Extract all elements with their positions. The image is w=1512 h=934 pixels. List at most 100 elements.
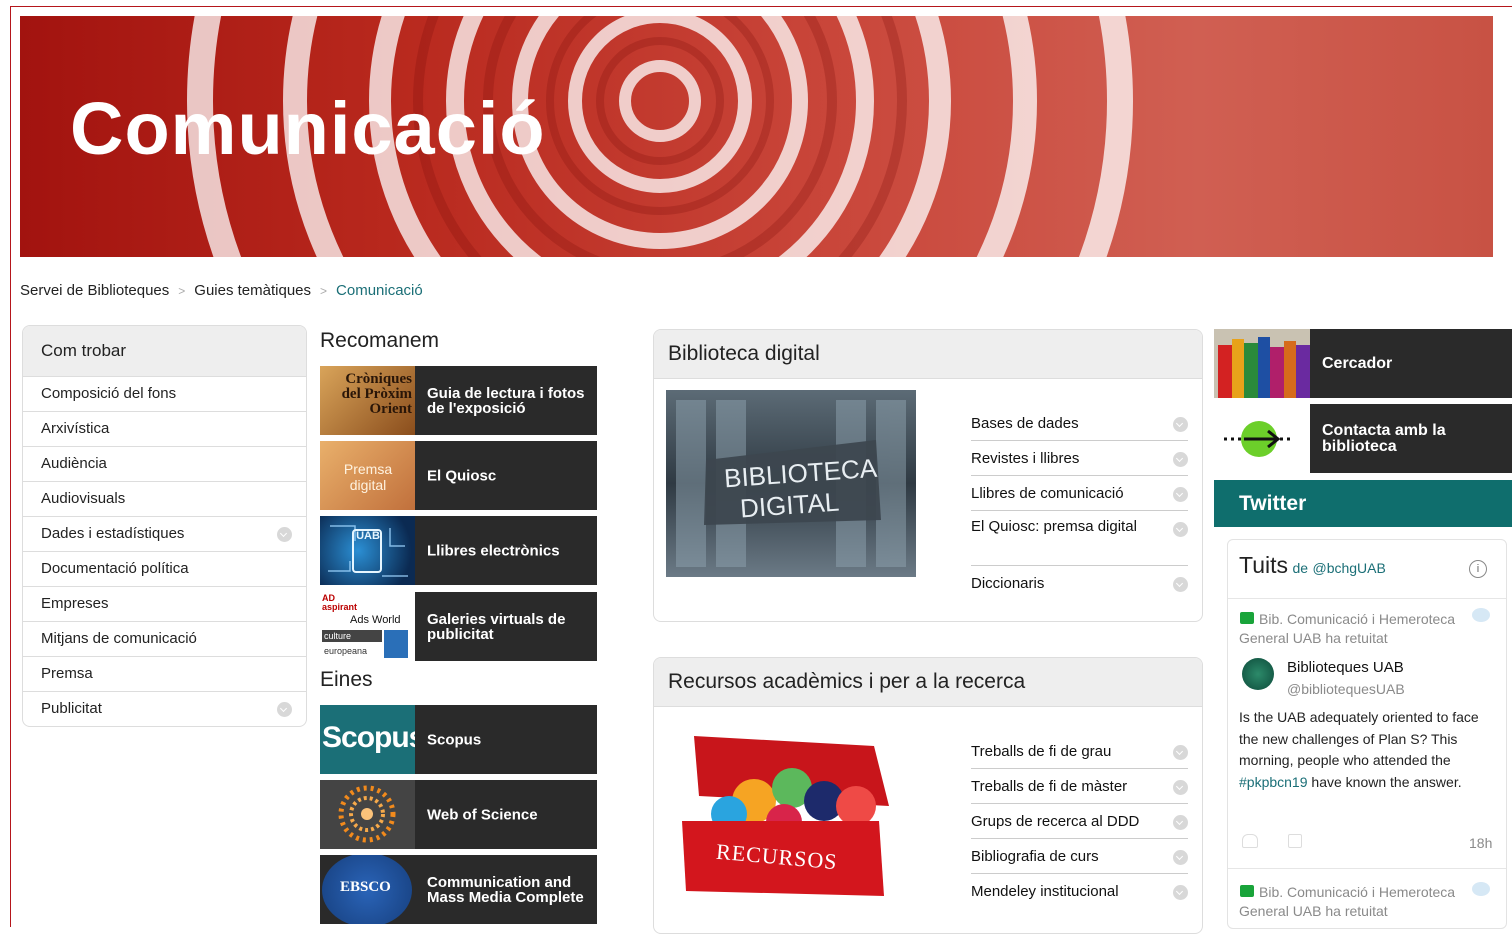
sidebar-item-premsa[interactable]: Premsa [23, 656, 306, 691]
sidebar-item-label: Composició del fons [41, 385, 177, 402]
sidebar-item-audiovisuals[interactable]: Audiovisuals [23, 481, 306, 516]
biblioteca-digital-image: BIBLIOTECA DIGITAL [666, 390, 916, 577]
tile-label: Scopus [427, 731, 482, 748]
premsa-thumb-text: Premsa digital [343, 461, 393, 493]
ebsco-logo: EBSCO [320, 855, 415, 924]
chevron-right-icon [1173, 522, 1188, 537]
sidebar-item-dades[interactable]: Dades i estadístiques [23, 516, 306, 551]
sidebar-item-label: Publicitat [41, 700, 102, 717]
sidebar-item-label: Mitjans de comunicació [41, 630, 197, 647]
tweet-text-end: have known the answer. [1307, 773, 1462, 790]
tile-scopus[interactable]: Scopus Scopus [320, 705, 597, 774]
tile-el-quiosc[interactable]: Premsa digital El Quiosc [320, 441, 597, 510]
sidebar-item-label: Premsa [41, 665, 93, 682]
twitter-bird-icon [1472, 882, 1490, 896]
retweet-note: Bib. Comunicació i Hemeroteca General UA… [1239, 884, 1456, 919]
tile-contacta[interactable]: Contacta amb la biblioteca [1214, 404, 1512, 473]
sidebar-item-label: Empreses [41, 595, 109, 612]
sidebar-item-audiencia[interactable]: Audiència [23, 446, 306, 481]
books-thumbnail [1214, 329, 1310, 398]
link-label: Diccionaris [971, 575, 1045, 592]
chevron-right-icon [1173, 487, 1188, 502]
link-diccionaris[interactable]: Diccionaris [971, 568, 1188, 600]
sidebar-item-arxivistica[interactable]: Arxivística [23, 411, 306, 446]
contact-arrow-icon [1224, 421, 1294, 457]
eines-heading: Eines [320, 668, 373, 691]
link-bibliografia-curs[interactable]: Bibliografia de curs [971, 841, 1188, 874]
chevron-down-icon[interactable] [277, 702, 292, 717]
retweet-note: Bib. Comunicació i Hemeroteca General UA… [1239, 611, 1456, 646]
twitter-bar: Twitter [1214, 480, 1512, 527]
sidebar-item-mitjans[interactable]: Mitjans de comunicació [23, 621, 306, 656]
recursos-toolbox-image: RECURSOS [674, 726, 904, 901]
tile-galeries-virtuals[interactable]: AD aspirant Ads World culture europeana … [320, 592, 597, 661]
timeline-title: Tuits [1239, 552, 1288, 578]
tweet-author-handle[interactable]: @bibliotequesUAB [1287, 681, 1405, 697]
breadcrumb-link-guies[interactable]: Guies temàtiques [194, 282, 311, 299]
chevron-right-icon [1173, 577, 1188, 592]
web-of-science-logo [320, 780, 415, 849]
tile-communication-mass-media[interactable]: EBSCO Communication and Mass Media Compl… [320, 855, 597, 924]
tweet-hashtag[interactable]: #pkpbcn19 [1239, 774, 1308, 790]
tile-label: Llibres electrònics [427, 542, 560, 559]
tile-web-of-science[interactable]: Web of Science [320, 780, 597, 849]
tile-llibres-electronics[interactable]: UAB Llibres electrònics [320, 516, 597, 585]
tweet-time[interactable]: 18h [1469, 835, 1492, 851]
tile-label: Cercador [1322, 354, 1393, 372]
link-label: Mendeley institucional [971, 883, 1119, 900]
link-label: Llibres de comunicació [971, 485, 1124, 502]
tile-guia-lectura[interactable]: Cròniques del Pròxim Orient Guia de lect… [320, 366, 597, 435]
link-tfg[interactable]: Treballs de fi de grau [971, 736, 1188, 769]
link-bases-de-dades[interactable]: Bases de dades [971, 408, 1188, 441]
sidebar-item-composicio[interactable]: Composició del fons [23, 376, 306, 411]
twitter-label: Twitter [1239, 492, 1307, 515]
link-label: Treballs de fi de grau [971, 743, 1112, 760]
recursos-panel: Recursos acadèmics i per a la recerca RE… [653, 657, 1203, 934]
link-label: Revistes i llibres [971, 450, 1080, 467]
link-tfm[interactable]: Treballs de fi de màster [971, 771, 1188, 804]
link-label: Bibliografia de curs [971, 848, 1099, 865]
chevron-down-icon[interactable] [277, 527, 292, 542]
link-grups-recerca[interactable]: Grups de recerca al DDD [971, 806, 1188, 839]
info-icon[interactable]: i [1469, 560, 1487, 578]
sidebar-item-empreses[interactable]: Empreses [23, 586, 306, 621]
share-icon[interactable] [1288, 834, 1302, 848]
tile-label: Communication and Mass Media Complete [427, 873, 584, 906]
ebook-thumb-text: UAB [356, 530, 380, 542]
croniques-thumbnail: Cròniques del Pròxim Orient [320, 366, 415, 435]
sidebar-item-publicitat[interactable]: Publicitat [23, 691, 306, 726]
link-el-quiosc[interactable]: El Quiosc: premsa digital [971, 516, 1188, 566]
adsworld-logo: Ads World [350, 614, 401, 626]
link-revistes-llibres[interactable]: Revistes i llibres [971, 443, 1188, 476]
tweet-author[interactable]: Biblioteques UAB [1287, 659, 1404, 676]
tile-label: Galeries virtuals de publicitat [427, 610, 566, 643]
tile-label: El Quiosc [427, 467, 497, 484]
link-llibres-comunicacio[interactable]: Llibres de comunicació [971, 478, 1188, 511]
tile-label: Contacta amb la biblioteca [1322, 421, 1446, 455]
premsa-digital-thumbnail: Premsa digital [320, 441, 415, 510]
twitter-timeline: Tuits de @bchgUAB i Bib. Comunicació i H… [1227, 539, 1507, 929]
panel-heading: Biblioteca digital [654, 330, 1202, 379]
chevron-right-icon [1173, 885, 1188, 900]
like-icon[interactable] [1242, 834, 1258, 848]
timeline-handle[interactable]: @bchgUAB [1312, 560, 1385, 576]
sidebar-item-documentacio[interactable]: Documentació política [23, 551, 306, 586]
link-label: El Quiosc: premsa digital [971, 518, 1137, 535]
link-mendeley[interactable]: Mendeley institucional [971, 876, 1188, 908]
twitter-bird-icon [1472, 608, 1490, 622]
timeline-by: de [1292, 560, 1309, 576]
breadcrumb-current: Comunicació [336, 282, 423, 299]
breadcrumb-link-servei[interactable]: Servei de Biblioteques [20, 282, 169, 299]
sidebar-item-label: Dades i estadístiques [41, 525, 185, 542]
sidebar-item-label: Audiovisuals [41, 490, 126, 507]
sidebar-item-label: Audiència [41, 455, 107, 472]
tile-cercador[interactable]: Cercador [1214, 329, 1512, 398]
link-label: Treballs de fi de màster [971, 778, 1128, 795]
circuit-graphic [328, 525, 408, 577]
scopus-logo: Scopus [320, 705, 415, 774]
avatar[interactable] [1242, 658, 1274, 690]
chevron-right-icon [1173, 452, 1188, 467]
tweet-text-body: Is the UAB adequately oriented to face t… [1239, 709, 1479, 768]
chevron-right-icon [1173, 745, 1188, 760]
ad-council-logo [384, 630, 408, 658]
